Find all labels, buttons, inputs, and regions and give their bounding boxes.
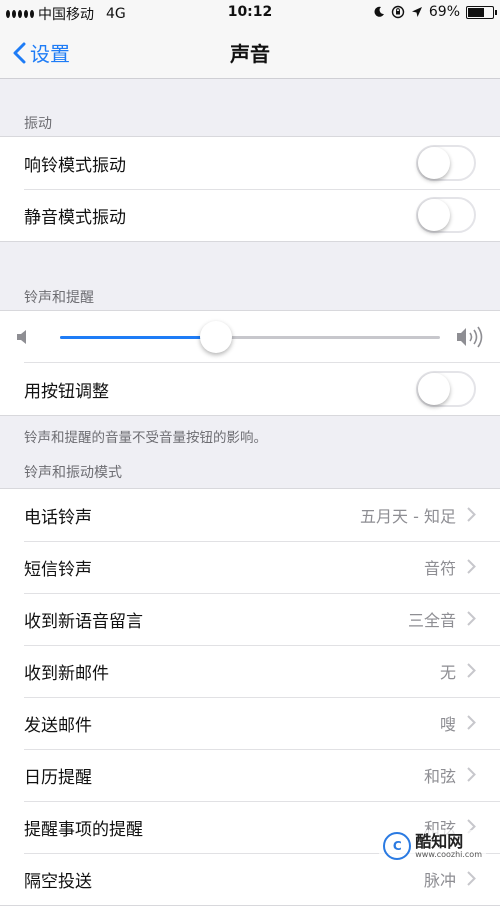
row-value: 音符 <box>423 559 456 578</box>
row-label: 用按钮调整 <box>24 381 109 402</box>
row-label: 收到新邮件 <box>24 663 109 684</box>
chevron-right-icon <box>467 611 476 626</box>
row-new-mail[interactable]: 收到新邮件 无 <box>0 645 500 697</box>
watermark-logo-icon: C <box>383 832 412 860</box>
ring-vibrate-toggle[interactable] <box>416 145 476 181</box>
row-adjust-with-buttons: 用按钮调整 <box>0 363 500 415</box>
volume-slider-thumb[interactable] <box>199 321 232 353</box>
chevron-right-icon <box>467 871 476 886</box>
row-label: 隔空投送 <box>24 871 92 892</box>
silent-vibrate-toggle[interactable] <box>416 197 476 233</box>
rotation-lock-icon <box>391 5 405 19</box>
watermark-url: www.coozhi.com <box>415 849 482 859</box>
row-label: 收到新语音留言 <box>24 611 143 632</box>
watermark-text: 酷知网 www.coozhi.com <box>415 831 482 859</box>
volume-slider-fill <box>60 336 216 339</box>
toggle-knob <box>418 373 450 405</box>
row-label: 响铃模式振动 <box>24 155 126 176</box>
adjust-with-buttons-toggle[interactable] <box>416 371 476 407</box>
row-label: 静音模式振动 <box>24 207 126 228</box>
chevron-right-icon <box>467 715 476 730</box>
row-ringtone[interactable]: 电话铃声 五月天 - 知足 <box>0 489 500 541</box>
chevron-right-icon <box>467 663 476 678</box>
nav-bar: 设置 声音 <box>0 26 500 79</box>
row-value: 无 <box>439 663 456 682</box>
section-header-vibration: 振动 <box>24 116 52 132</box>
moon-icon <box>374 6 384 17</box>
status-right: 69% <box>373 4 497 20</box>
chevron-right-icon <box>467 767 476 782</box>
ringer-footnote: 铃声和提醒的音量不受音量按钮的影响。 <box>24 430 267 446</box>
row-new-voicemail[interactable]: 收到新语音留言 三全音 <box>0 593 500 645</box>
volume-slider[interactable] <box>60 321 440 353</box>
row-value: 嗖 <box>439 715 456 734</box>
chevron-right-icon <box>467 559 476 574</box>
ringer-group: 用按钮调整 <box>0 310 500 416</box>
battery-percent: 69% <box>428 4 460 20</box>
status-bar: 中国移动 4G 10:12 69% <box>0 0 500 26</box>
toggle-knob <box>418 147 450 179</box>
battery-fill <box>468 7 484 17</box>
row-calendar-alerts[interactable]: 日历提醒 和弦 <box>0 749 500 801</box>
volume-slider-row <box>0 311 500 363</box>
watermark: C 酷知网 www.coozhi.com <box>379 830 486 862</box>
volume-low-icon <box>17 330 26 344</box>
section-header-patterns: 铃声和振动模式 <box>24 465 122 481</box>
row-value: 五月天 - 知足 <box>360 507 456 526</box>
vibration-group: 响铃模式振动 静音模式振动 <box>0 136 500 242</box>
location-icon <box>411 7 422 17</box>
row-ring-vibrate: 响铃模式振动 <box>0 137 500 189</box>
toggle-knob <box>418 199 450 231</box>
page-title: 声音 <box>230 42 270 66</box>
row-label: 日历提醒 <box>24 767 92 788</box>
row-value: 脉冲 <box>423 871 456 890</box>
row-silent-vibrate: 静音模式振动 <box>0 189 500 241</box>
chevron-right-icon <box>467 507 476 522</box>
battery-icon <box>466 5 497 19</box>
row-label: 电话铃声 <box>24 507 92 528</box>
row-label: 短信铃声 <box>24 559 92 580</box>
row-text-tone[interactable]: 短信铃声 音符 <box>0 541 500 593</box>
section-header-ringer: 铃声和提醒 <box>24 290 94 306</box>
row-value: 三全音 <box>407 611 456 630</box>
watermark-name: 酷知网 <box>415 831 464 851</box>
row-value: 和弦 <box>423 767 456 786</box>
row-label: 发送邮件 <box>24 715 92 736</box>
row-sent-mail[interactable]: 发送邮件 嗖 <box>0 697 500 749</box>
volume-high-icon <box>457 326 483 348</box>
row-label: 提醒事项的提醒 <box>24 819 143 840</box>
